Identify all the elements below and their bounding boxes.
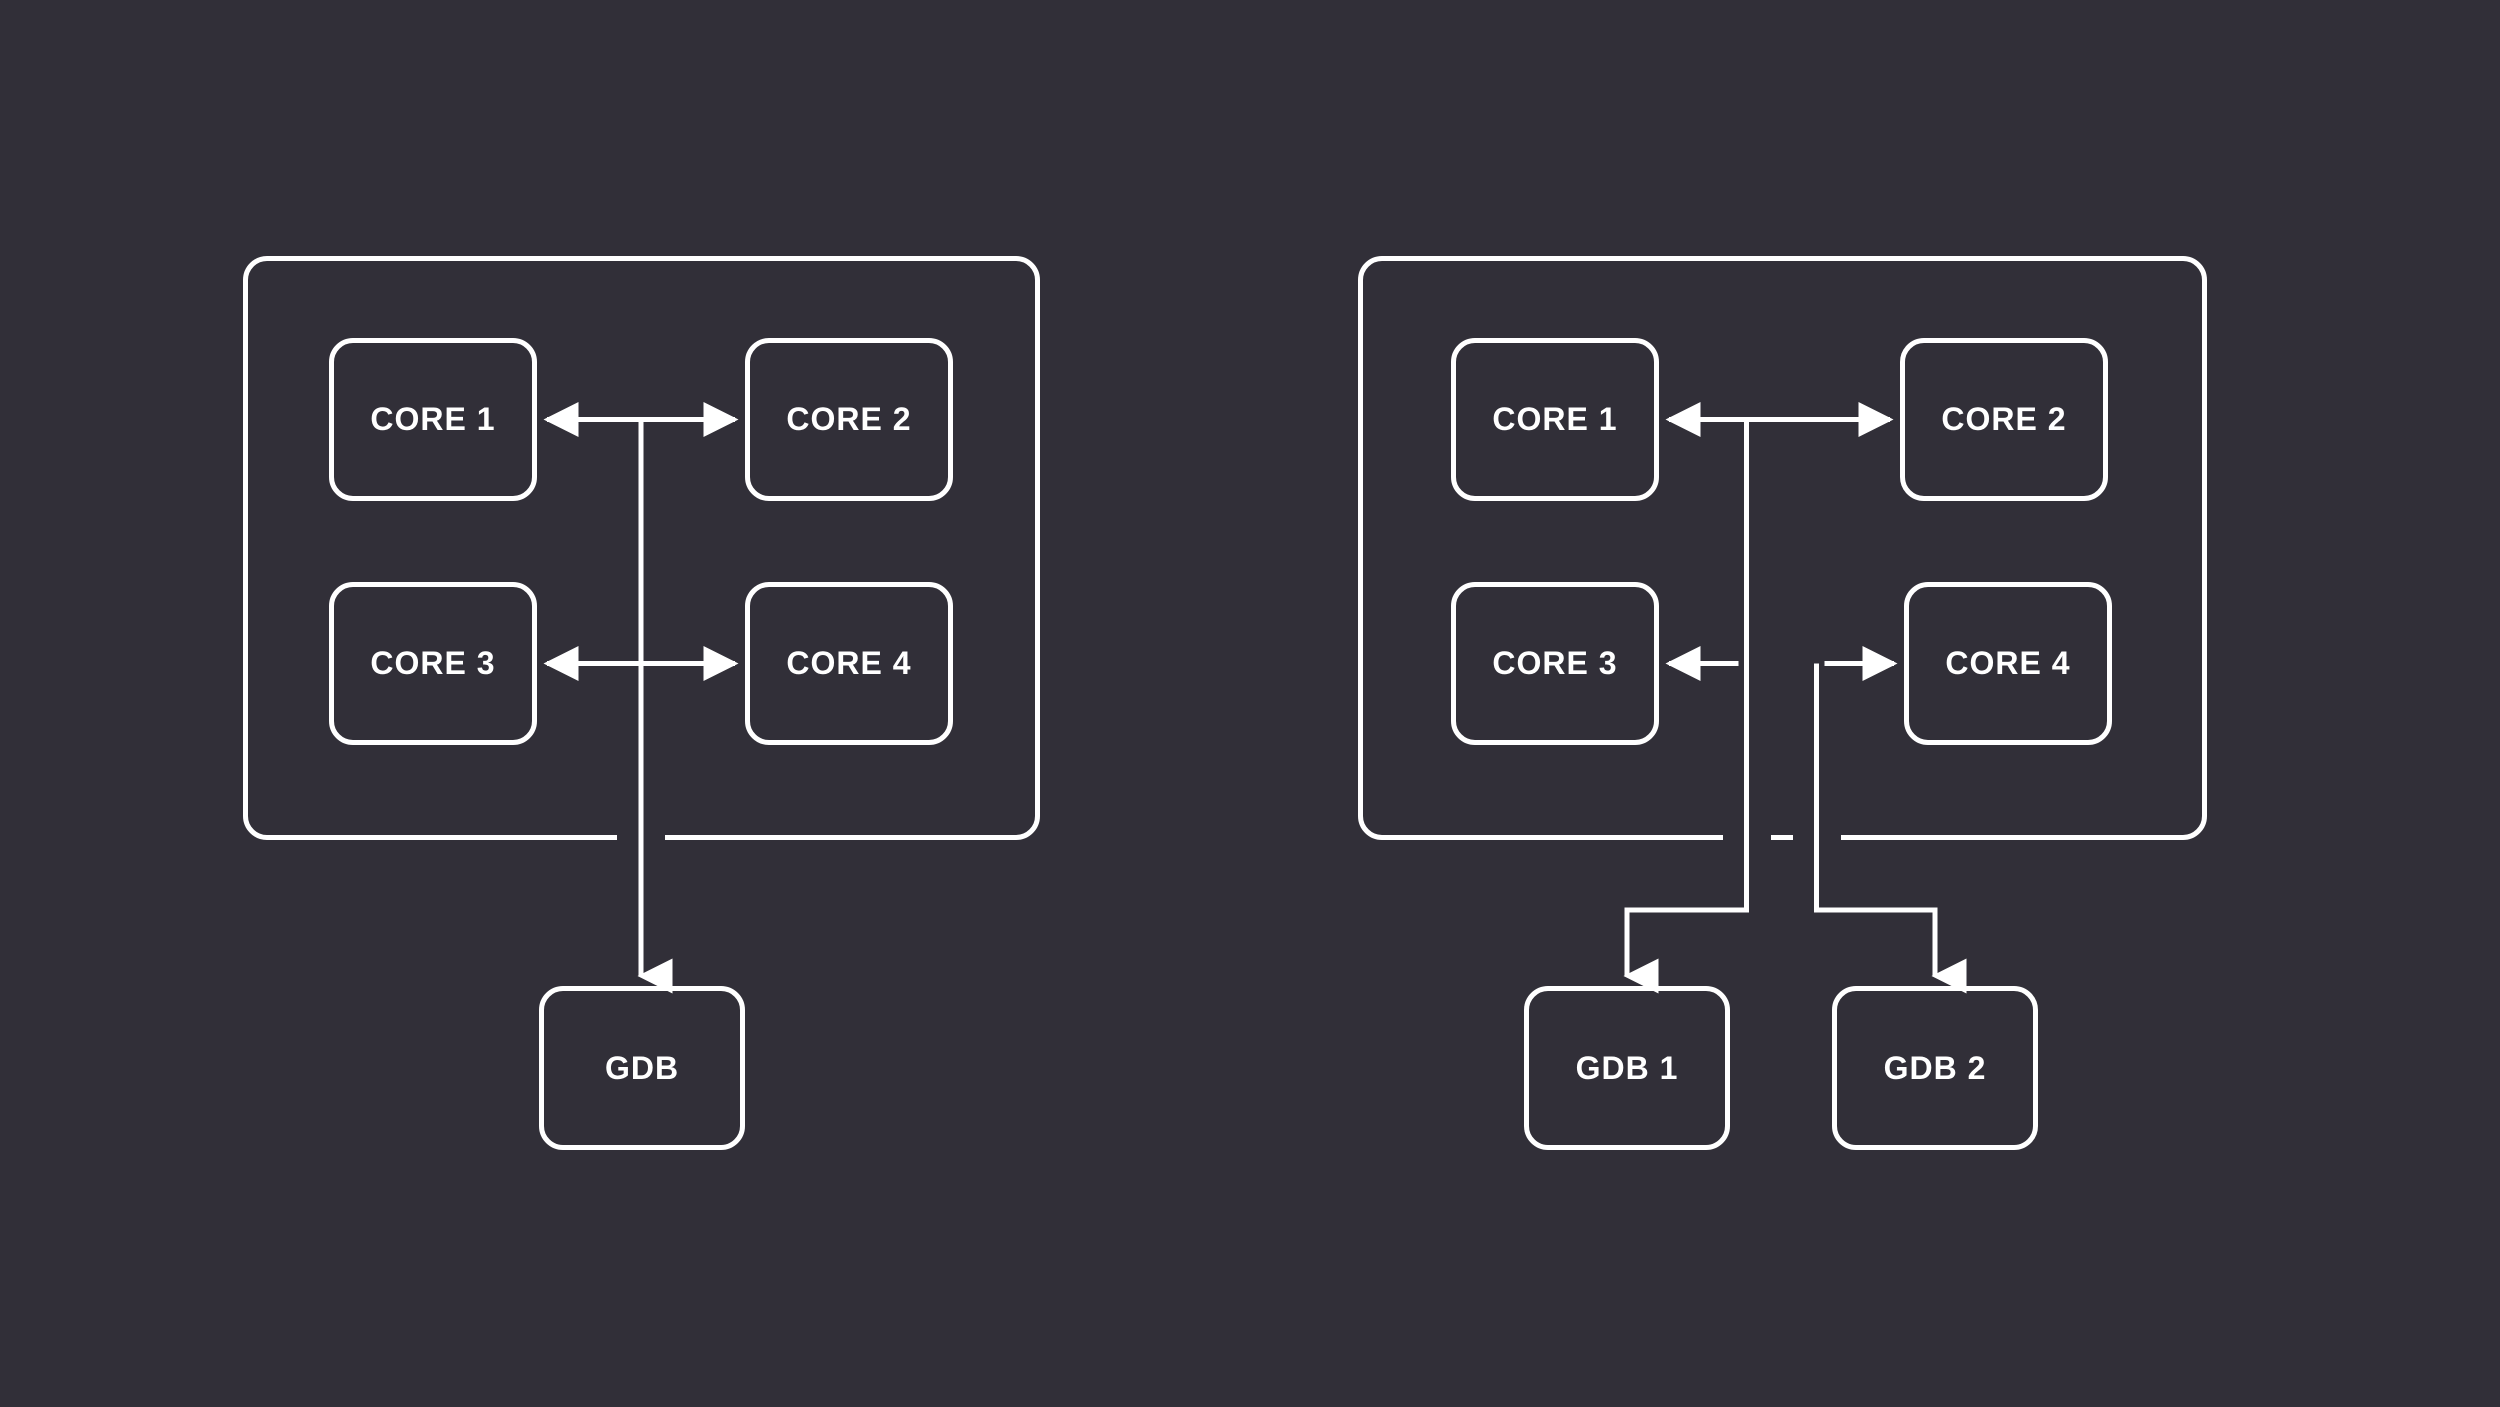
right-gdb-2: GDB 2: [1832, 986, 2038, 1150]
left-core-4: CORE 4: [745, 582, 953, 745]
right-core-3-label: CORE 3: [1492, 645, 1617, 682]
left-core-1: CORE 1: [329, 338, 537, 501]
right-outer-gap-2: [1793, 834, 1841, 846]
left-core-2-label: CORE 2: [786, 401, 911, 438]
left-core-1-label: CORE 1: [370, 401, 495, 438]
right-gdb-2-label: GDB 2: [1884, 1050, 1987, 1087]
right-gdb-1: GDB 1: [1524, 986, 1730, 1150]
right-core-3: CORE 3: [1451, 582, 1659, 745]
left-core-3-label: CORE 3: [370, 645, 495, 682]
right-core-4: CORE 4: [1904, 582, 2112, 745]
left-gdb: GDB: [539, 986, 745, 1150]
right-core-1-label: CORE 1: [1492, 401, 1617, 438]
right-core-1: CORE 1: [1451, 338, 1659, 501]
right-gdb-1-label: GDB 1: [1576, 1050, 1679, 1087]
right-core-2: CORE 2: [1900, 338, 2108, 501]
left-outer-gap: [617, 834, 665, 846]
right-core-4-label: CORE 4: [1945, 645, 2070, 682]
left-core-4-label: CORE 4: [786, 645, 911, 682]
right-core-2-label: CORE 2: [1941, 401, 2066, 438]
right-outer-gap-1: [1723, 834, 1771, 846]
left-core-2: CORE 2: [745, 338, 953, 501]
left-gdb-label: GDB: [605, 1050, 679, 1087]
left-core-3: CORE 3: [329, 582, 537, 745]
